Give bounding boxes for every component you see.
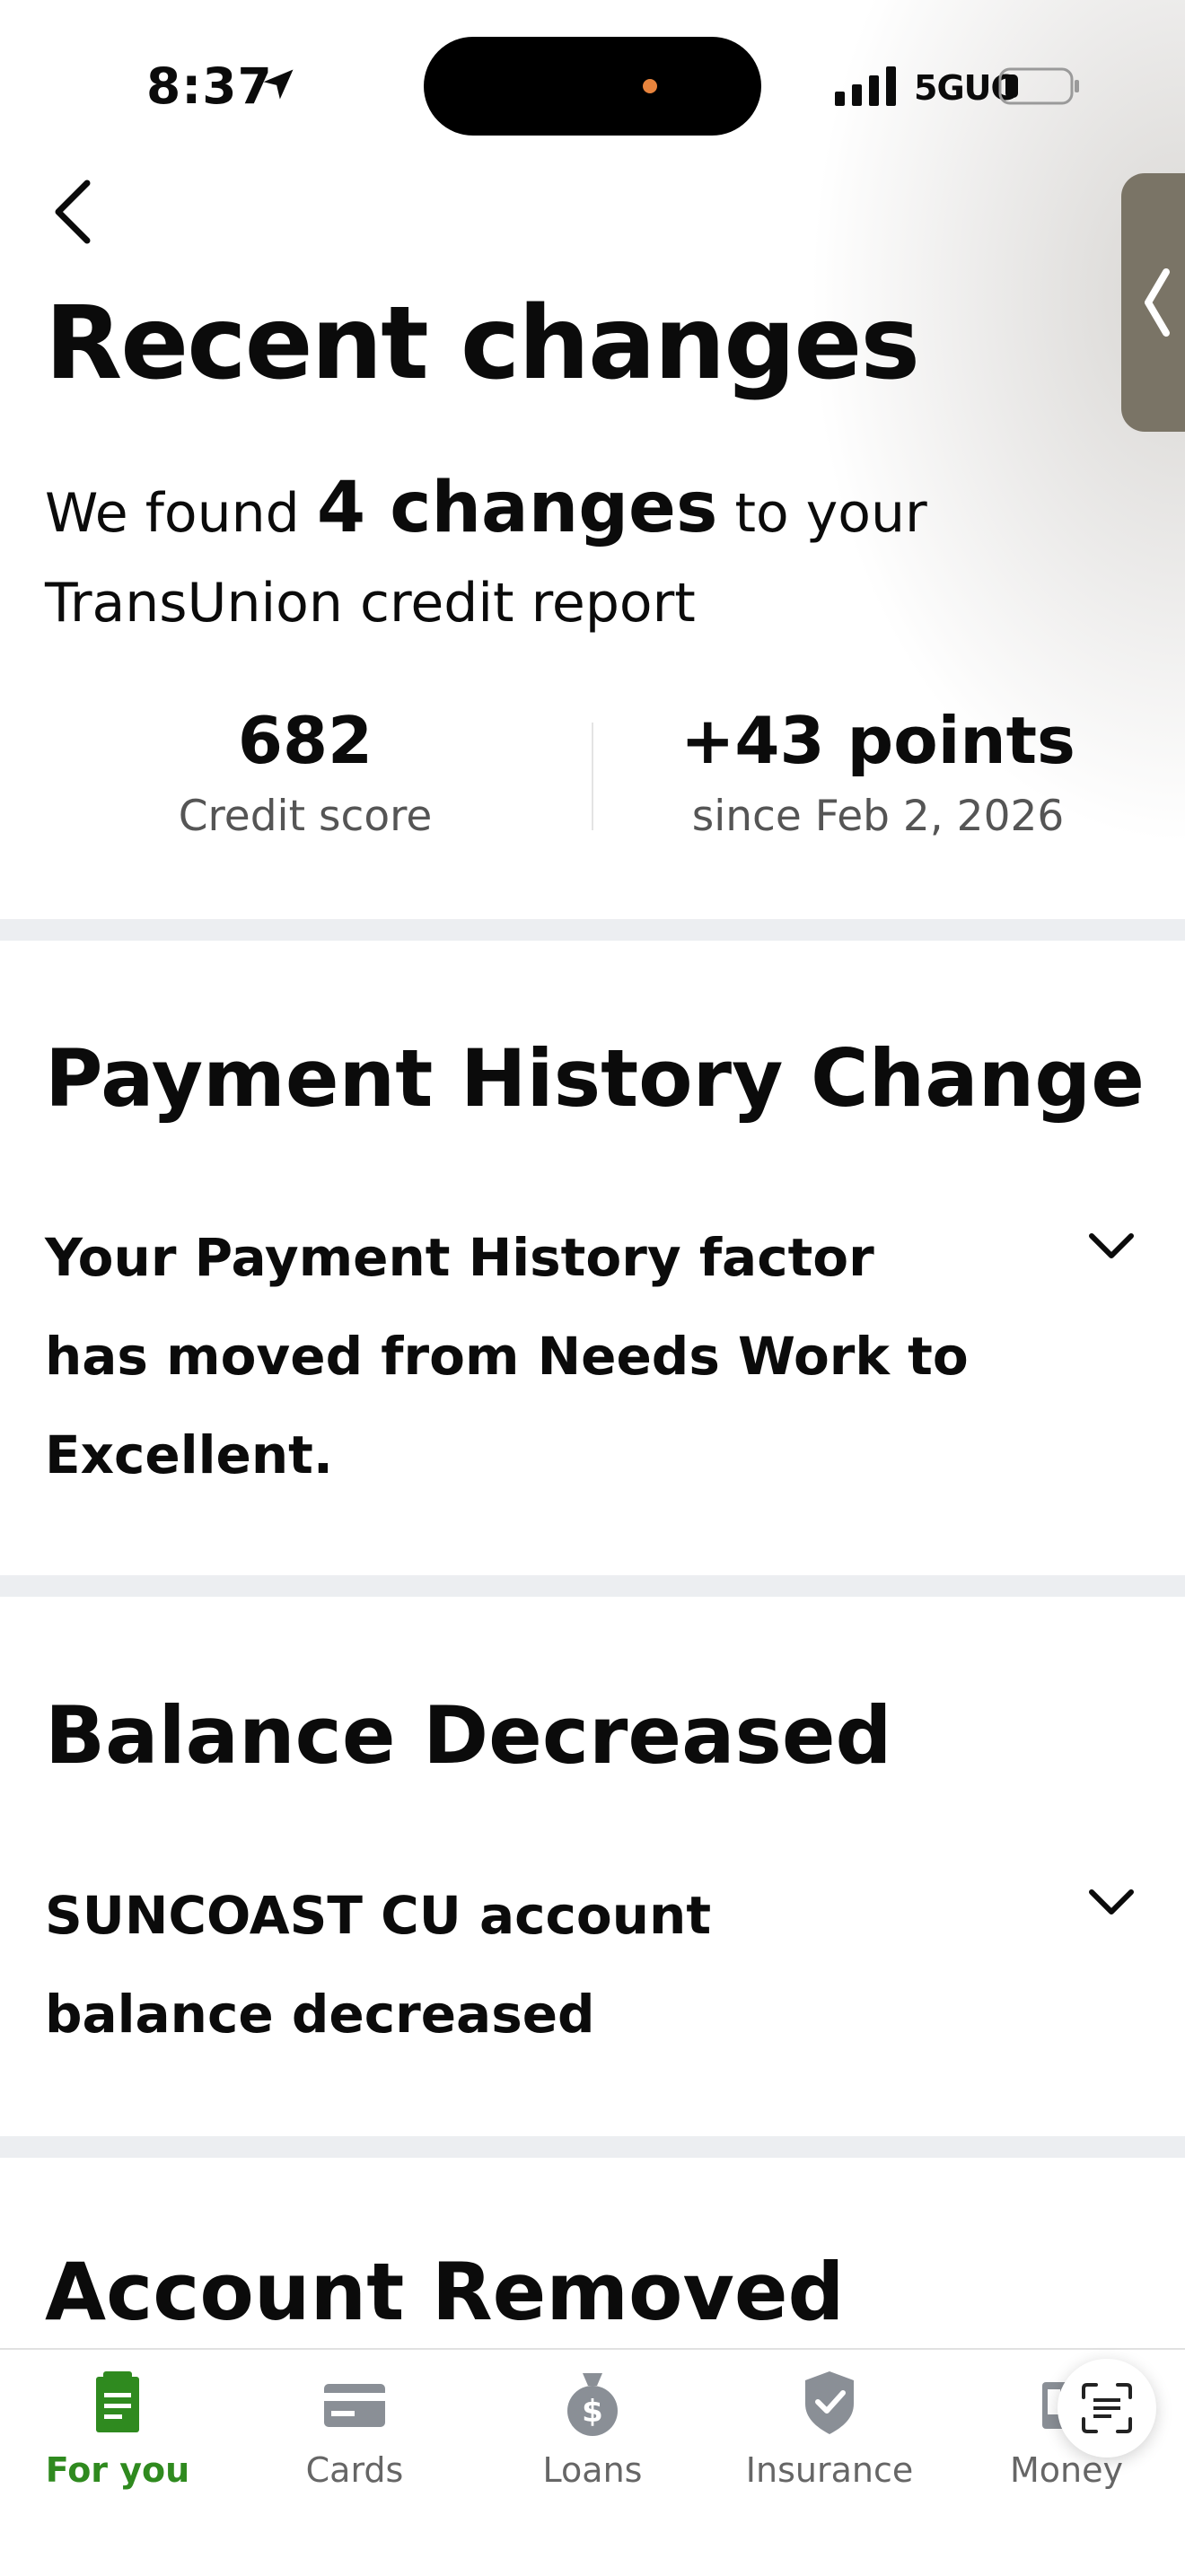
section-title: Payment History Change bbox=[45, 1032, 1145, 1125]
credit-score-label: Credit score bbox=[178, 792, 433, 841]
changes-summary: We found 4 changes to your TransUnion cr… bbox=[45, 463, 943, 648]
section-divider bbox=[0, 2136, 1185, 2158]
tab-label: Loans bbox=[542, 2450, 643, 2490]
chevron-down-icon[interactable] bbox=[1084, 1229, 1138, 1265]
tab-label: For you bbox=[45, 2450, 190, 2490]
summary-report-name: TransUnion credit report bbox=[45, 572, 696, 635]
section-divider bbox=[0, 919, 1185, 941]
signal-icon bbox=[835, 66, 896, 106]
tab-label: Insurance bbox=[745, 2450, 914, 2490]
text-scan-icon bbox=[1082, 2383, 1132, 2433]
chevron-left-icon bbox=[1145, 268, 1170, 337]
page-title: Recent changes bbox=[45, 285, 920, 402]
summary-prefix: We found bbox=[45, 482, 300, 545]
scan-text-button[interactable] bbox=[1058, 2359, 1156, 2458]
stat-divider bbox=[592, 723, 593, 830]
location-arrow-icon bbox=[263, 69, 294, 100]
tab-insurance[interactable]: Insurance bbox=[722, 2362, 937, 2490]
battery-icon bbox=[998, 67, 1079, 105]
back-chevron-icon[interactable] bbox=[49, 176, 103, 248]
tab-loans[interactable]: $ Loans bbox=[485, 2362, 700, 2490]
chevron-down-icon[interactable] bbox=[1084, 1885, 1138, 1921]
score-change-label: since Feb 2, 2026 bbox=[691, 792, 1065, 841]
dynamic-island bbox=[424, 37, 761, 136]
status-bar: 8:37 5GUC bbox=[0, 0, 1185, 171]
side-panel-tab[interactable] bbox=[1121, 173, 1185, 432]
score-change-value: +43 points bbox=[680, 703, 1075, 778]
score-change-stat: +43 points since Feb 2, 2026 bbox=[654, 700, 1102, 853]
document-icon bbox=[96, 2371, 139, 2432]
summary-suffix: to your bbox=[734, 482, 927, 545]
svg-text:$: $ bbox=[582, 2394, 603, 2430]
section-description[interactable]: Your Payment History factor has moved fr… bbox=[45, 1208, 988, 1504]
shield-check-icon bbox=[805, 2371, 854, 2434]
tab-label: Cards bbox=[305, 2450, 404, 2490]
section-divider bbox=[0, 1575, 1185, 1597]
tab-for-you[interactable]: For you bbox=[10, 2362, 225, 2490]
status-time: 8:37 bbox=[146, 57, 273, 115]
tab-cards[interactable]: Cards bbox=[247, 2362, 462, 2490]
section-title: Account Removed bbox=[45, 2246, 845, 2338]
credit-score-stat: 682 Credit score bbox=[126, 700, 485, 853]
camera-indicator-dot bbox=[643, 79, 657, 93]
changes-count: 4 changes bbox=[316, 468, 718, 548]
tab-label: Money bbox=[1010, 2450, 1123, 2490]
section-description[interactable]: SUNCOAST CU account balance decreased bbox=[45, 1866, 925, 2063]
section-title: Balance Decreased bbox=[45, 1689, 892, 1782]
money-bag-icon: $ bbox=[567, 2373, 618, 2436]
bottom-tab-bar: For you Cards $ Loans Insurance Money bbox=[0, 2348, 1185, 2576]
credit-score-value: 682 bbox=[237, 703, 373, 778]
credit-card-icon bbox=[324, 2384, 385, 2427]
